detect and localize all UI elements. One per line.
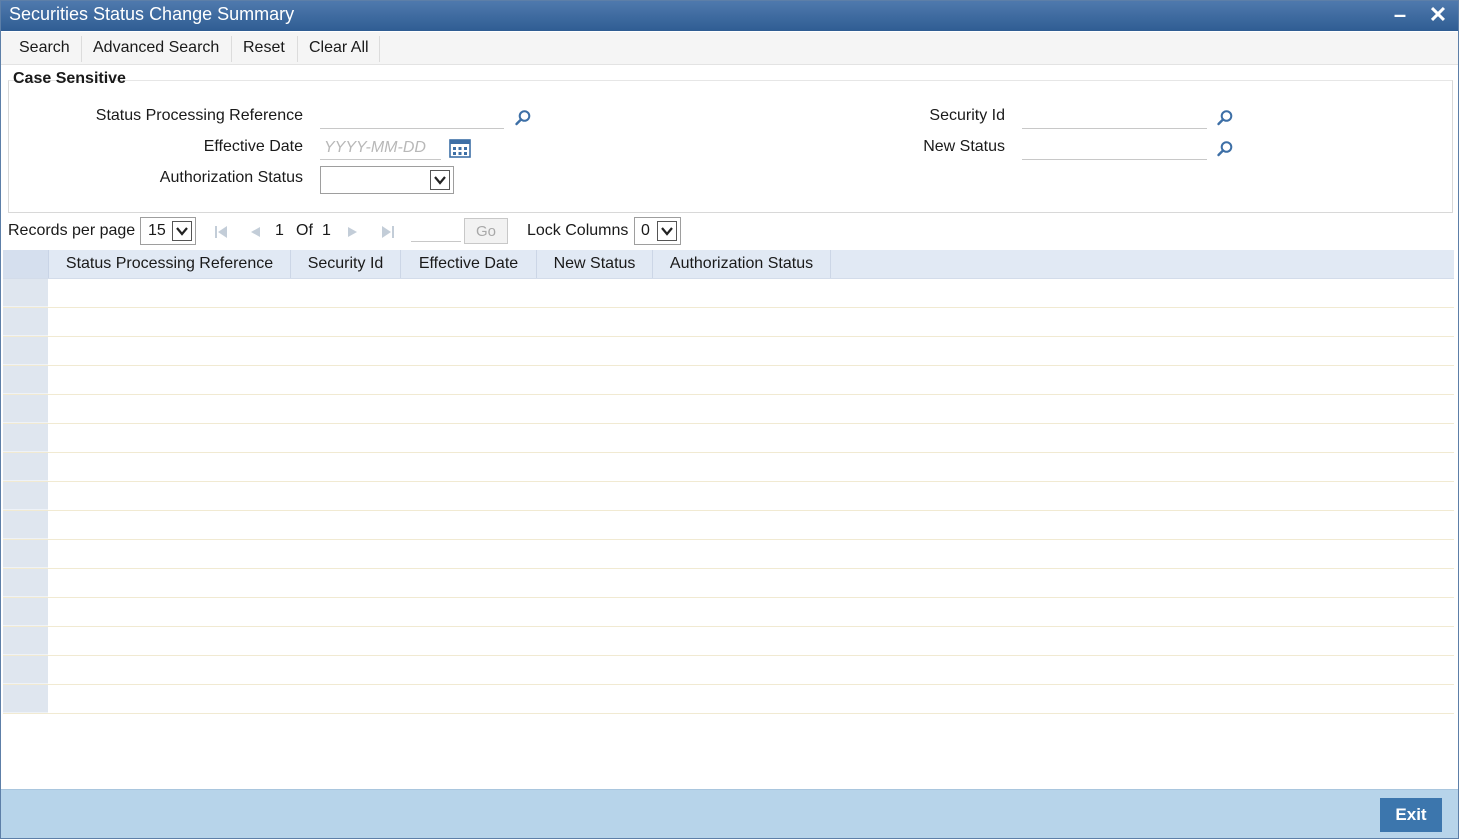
close-icon[interactable]: ✕ (1426, 3, 1450, 27)
row-selector[interactable] (3, 627, 48, 655)
toolbar-divider (297, 36, 298, 62)
security-id-input[interactable] (1022, 105, 1207, 129)
calendar-icon[interactable] (449, 138, 471, 158)
records-per-page-select[interactable]: 15 (140, 217, 196, 245)
magnifier-icon[interactable] (1216, 109, 1234, 127)
go-to-page-input[interactable] (411, 220, 461, 242)
column-header-security-id[interactable]: Security Id (291, 250, 401, 278)
row-selector[interactable] (3, 511, 48, 539)
summary-window: Securities Status Change Summary – ✕ Sea… (0, 0, 1459, 839)
security-id-label: Security Id (929, 107, 1005, 124)
footer-bar: Exit (1, 789, 1458, 838)
table-row[interactable] (3, 482, 1454, 511)
previous-page-icon[interactable] (247, 224, 263, 240)
row-selector[interactable] (3, 337, 48, 365)
grid-header: Status Processing Reference Security Id … (3, 250, 1454, 279)
go-button[interactable]: Go (464, 218, 508, 244)
row-selector[interactable] (3, 279, 48, 307)
row-selector[interactable] (3, 395, 48, 423)
exit-button[interactable]: Exit (1380, 798, 1442, 832)
row-selector[interactable] (3, 482, 48, 510)
column-header-new-status[interactable]: New Status (537, 250, 653, 278)
chevron-down-icon[interactable] (657, 221, 677, 241)
table-row[interactable] (3, 366, 1454, 395)
table-row[interactable] (3, 656, 1454, 685)
advanced-search-button[interactable]: Advanced Search (93, 39, 219, 57)
chevron-down-icon[interactable] (172, 221, 192, 241)
lock-columns-value: 0 (641, 222, 650, 239)
lock-columns-select[interactable]: 0 (634, 217, 681, 245)
toolbar-divider (379, 36, 380, 62)
row-selector[interactable] (3, 685, 48, 713)
next-page-icon[interactable] (345, 224, 361, 240)
row-selector[interactable] (3, 598, 48, 626)
status-processing-reference-input[interactable] (320, 105, 504, 129)
table-row[interactable] (3, 453, 1454, 482)
pagination-bar: Records per page 15 1 Of 1 Go Lock Colum… (1, 214, 1458, 248)
row-selector[interactable] (3, 366, 48, 394)
new-status-input[interactable] (1022, 136, 1207, 160)
magnifier-icon[interactable] (1216, 140, 1234, 158)
table-row[interactable] (3, 511, 1454, 540)
records-per-page-value: 15 (148, 222, 166, 239)
total-pages: 1 (322, 222, 331, 239)
of-label: Of (296, 222, 313, 239)
table-row[interactable] (3, 569, 1454, 598)
select-all-cell[interactable] (3, 250, 49, 278)
row-selector[interactable] (3, 540, 48, 568)
effective-date-label: Effective Date (203, 138, 303, 155)
clear-all-button[interactable]: Clear All (309, 39, 369, 57)
authorization-status-select[interactable] (320, 166, 454, 194)
table-row[interactable] (3, 685, 1454, 714)
table-row[interactable] (3, 627, 1454, 656)
column-header-status-processing-reference[interactable]: Status Processing Reference (49, 250, 291, 278)
row-selector[interactable] (3, 308, 48, 336)
column-header-authorization-status[interactable]: Authorization Status (653, 250, 831, 278)
reset-button[interactable]: Reset (243, 39, 285, 57)
table-row[interactable] (3, 540, 1454, 569)
window-title: Securities Status Change Summary (9, 4, 295, 24)
row-selector[interactable] (3, 424, 48, 452)
table-row[interactable] (3, 424, 1454, 453)
table-row[interactable] (3, 598, 1454, 627)
lock-columns-label: Lock Columns (527, 222, 629, 239)
table-row[interactable] (3, 308, 1454, 337)
table-row[interactable] (3, 279, 1454, 308)
toolbar: Search Advanced Search Reset Clear All (1, 32, 1458, 65)
grid-body (3, 279, 1454, 714)
search-button[interactable]: Search (19, 39, 70, 57)
minimize-icon[interactable]: – (1388, 3, 1412, 27)
row-selector[interactable] (3, 453, 48, 481)
row-selector[interactable] (3, 569, 48, 597)
status-processing-reference-label: Status Processing Reference (95, 107, 303, 124)
toolbar-divider (81, 36, 82, 62)
row-selector[interactable] (3, 656, 48, 684)
column-header-effective-date[interactable]: Effective Date (401, 250, 537, 278)
new-status-label: New Status (923, 138, 1005, 155)
title-bar: Securities Status Change Summary – ✕ (1, 1, 1458, 31)
case-sensitive-legend: Case Sensitive (13, 70, 126, 87)
current-page: 1 (275, 222, 284, 239)
records-per-page-label: Records per page (8, 222, 136, 239)
effective-date-input[interactable] (320, 136, 441, 160)
chevron-down-icon[interactable] (430, 170, 450, 190)
last-page-icon[interactable] (380, 224, 396, 240)
first-page-icon[interactable] (213, 224, 229, 240)
toolbar-divider (231, 36, 232, 62)
magnifier-icon[interactable] (514, 109, 532, 127)
table-row[interactable] (3, 337, 1454, 366)
table-row[interactable] (3, 395, 1454, 424)
authorization-status-label: Authorization Status (159, 169, 303, 186)
